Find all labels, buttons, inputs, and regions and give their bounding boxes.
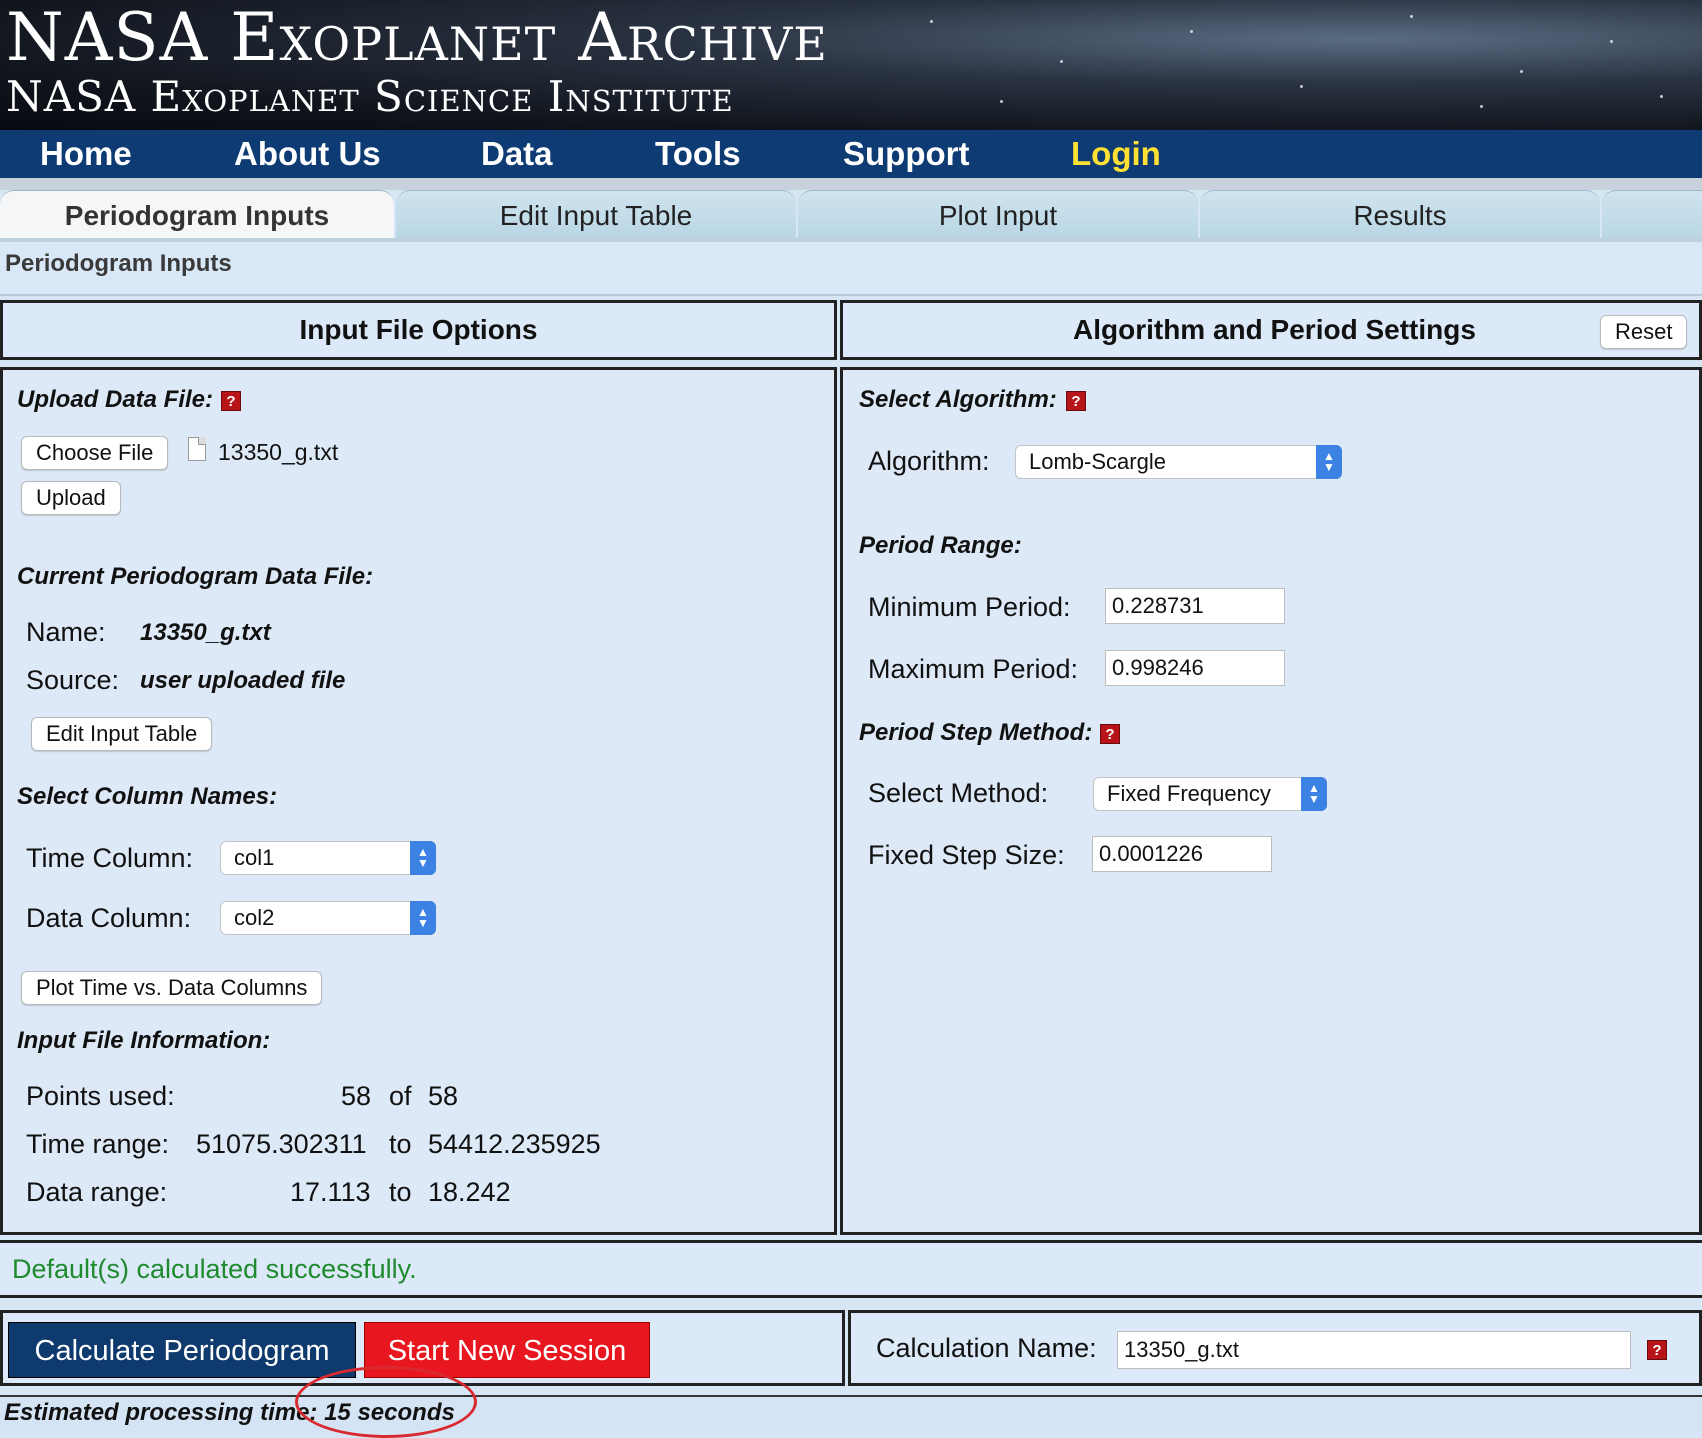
select-method-label: Select Method: — [868, 778, 1049, 808]
period-range-label: Period Range: — [859, 532, 1022, 559]
tab-edit-input-table[interactable]: Edit Input Table — [396, 190, 796, 239]
step-method-select[interactable]: Fixed Frequency ▲ ▼ — [1093, 777, 1327, 811]
period-step-method-label: Period Step Method: — [859, 719, 1093, 746]
points-total-value: 58 — [428, 1081, 459, 1111]
data-range-to: to — [389, 1177, 412, 1207]
file-source-value: user uploaded file — [140, 667, 346, 694]
nav-divider — [0, 178, 1702, 190]
minimum-period-label: Minimum Period: — [868, 592, 1071, 622]
chosen-file-name: 13350_g.txt — [218, 439, 339, 465]
data-column-label: Data Column: — [26, 903, 192, 933]
calculate-periodogram-button[interactable]: Calculate Periodogram — [8, 1322, 356, 1378]
data-column-value: col2 — [234, 905, 275, 930]
site-banner: NASA Exoplanet Archive NASA Exoplanet Sc… — [0, 0, 1702, 130]
select-column-names-label: Select Column Names: — [17, 783, 278, 810]
reset-button[interactable]: Reset — [1600, 315, 1688, 349]
data-range-label: Data range: — [26, 1177, 168, 1207]
data-column-select[interactable]: col2 ▲ ▼ — [220, 901, 436, 935]
calculation-name-label: Calculation Name: — [876, 1333, 1097, 1363]
archive-title: NASA Exoplanet Archive — [6, 0, 828, 76]
current-file-label: Current Periodogram Data File: — [17, 563, 374, 590]
section-header — [0, 242, 1702, 296]
nav-data[interactable]: Data — [481, 130, 553, 178]
file-icon — [188, 437, 206, 461]
tab-results[interactable]: Results — [1200, 190, 1600, 239]
upload-help-icon[interactable]: ? — [221, 391, 241, 411]
fixed-step-size-input[interactable]: 0.0001226 — [1092, 836, 1272, 872]
file-source-label: Source: — [26, 665, 120, 695]
algorithm-label: Algorithm: — [868, 446, 990, 476]
maximum-period-input[interactable]: 0.998246 — [1105, 650, 1285, 686]
nav-support[interactable]: Support — [843, 130, 969, 178]
algorithm-settings-header: Algorithm and Period Settings — [840, 300, 1702, 360]
section-title: Periodogram Inputs — [5, 250, 232, 277]
input-file-options-header: Input File Options — [0, 300, 837, 360]
edit-input-table-button[interactable]: Edit Input Table — [31, 717, 213, 751]
input-file-information-label: Input File Information: — [17, 1027, 271, 1054]
time-column-select[interactable]: col1 ▲ ▼ — [220, 841, 436, 875]
select-chevron-icon: ▲ ▼ — [410, 841, 436, 875]
fixed-step-size-label: Fixed Step Size: — [868, 840, 1065, 870]
data-range-min: 17.113 — [290, 1177, 371, 1207]
choose-file-button[interactable]: Choose File — [21, 436, 169, 470]
tab-spacer — [1602, 190, 1702, 239]
time-column-value: col1 — [234, 845, 275, 870]
select-chevron-icon: ▲ ▼ — [410, 901, 436, 935]
nav-login[interactable]: Login — [1071, 130, 1161, 178]
status-message: Default(s) calculated successfully. — [12, 1254, 417, 1284]
step-method-help-icon[interactable]: ? — [1100, 724, 1120, 744]
time-range-max: 54412.235925 — [428, 1129, 601, 1159]
minimum-period-input[interactable]: 0.228731 — [1105, 588, 1285, 624]
institute-subtitle: NASA Exoplanet Science Institute — [6, 72, 734, 121]
time-range-to: to — [389, 1129, 412, 1159]
select-chevron-icon: ▲ ▼ — [1301, 777, 1327, 811]
nav-about-us[interactable]: About Us — [234, 130, 381, 178]
upload-button[interactable]: Upload — [21, 481, 121, 515]
file-name-value: 13350_g.txt — [140, 619, 271, 646]
nav-tools[interactable]: Tools — [655, 130, 741, 178]
time-range-min: 51075.302311 — [196, 1129, 367, 1159]
maximum-period-label: Maximum Period: — [868, 654, 1079, 684]
calculation-name-input[interactable]: 13350_g.txt — [1117, 1331, 1631, 1369]
points-of-text: of — [389, 1081, 412, 1111]
tab-periodogram-inputs[interactable]: Periodogram Inputs — [0, 190, 394, 239]
points-used-value: 58 — [341, 1081, 372, 1111]
tab-plot-input[interactable]: Plot Input — [798, 190, 1198, 239]
time-column-label: Time Column: — [26, 843, 194, 873]
select-chevron-icon: ▲ ▼ — [1316, 445, 1342, 479]
step-method-value: Fixed Frequency — [1107, 781, 1271, 806]
file-name-label: Name: — [26, 617, 106, 647]
time-range-label: Time range: — [26, 1129, 170, 1159]
plot-time-vs-data-button[interactable]: Plot Time vs. Data Columns — [21, 971, 323, 1005]
highlight-circle — [295, 1366, 477, 1438]
upload-data-file-label: Upload Data File: — [17, 386, 214, 413]
algorithm-help-icon[interactable]: ? — [1066, 391, 1086, 411]
algorithm-select[interactable]: Lomb-Scargle ▲ ▼ — [1015, 445, 1342, 479]
data-range-max: 18.242 — [428, 1177, 511, 1207]
calc-name-help-icon[interactable]: ? — [1647, 1340, 1667, 1360]
algorithm-value: Lomb-Scargle — [1029, 449, 1166, 474]
main-nav: Home About Us Data Tools Support Login — [0, 130, 1702, 178]
nav-home[interactable]: Home — [40, 130, 132, 178]
points-used-label: Points used: — [26, 1081, 175, 1111]
select-algorithm-label: Select Algorithm: — [859, 386, 1057, 413]
